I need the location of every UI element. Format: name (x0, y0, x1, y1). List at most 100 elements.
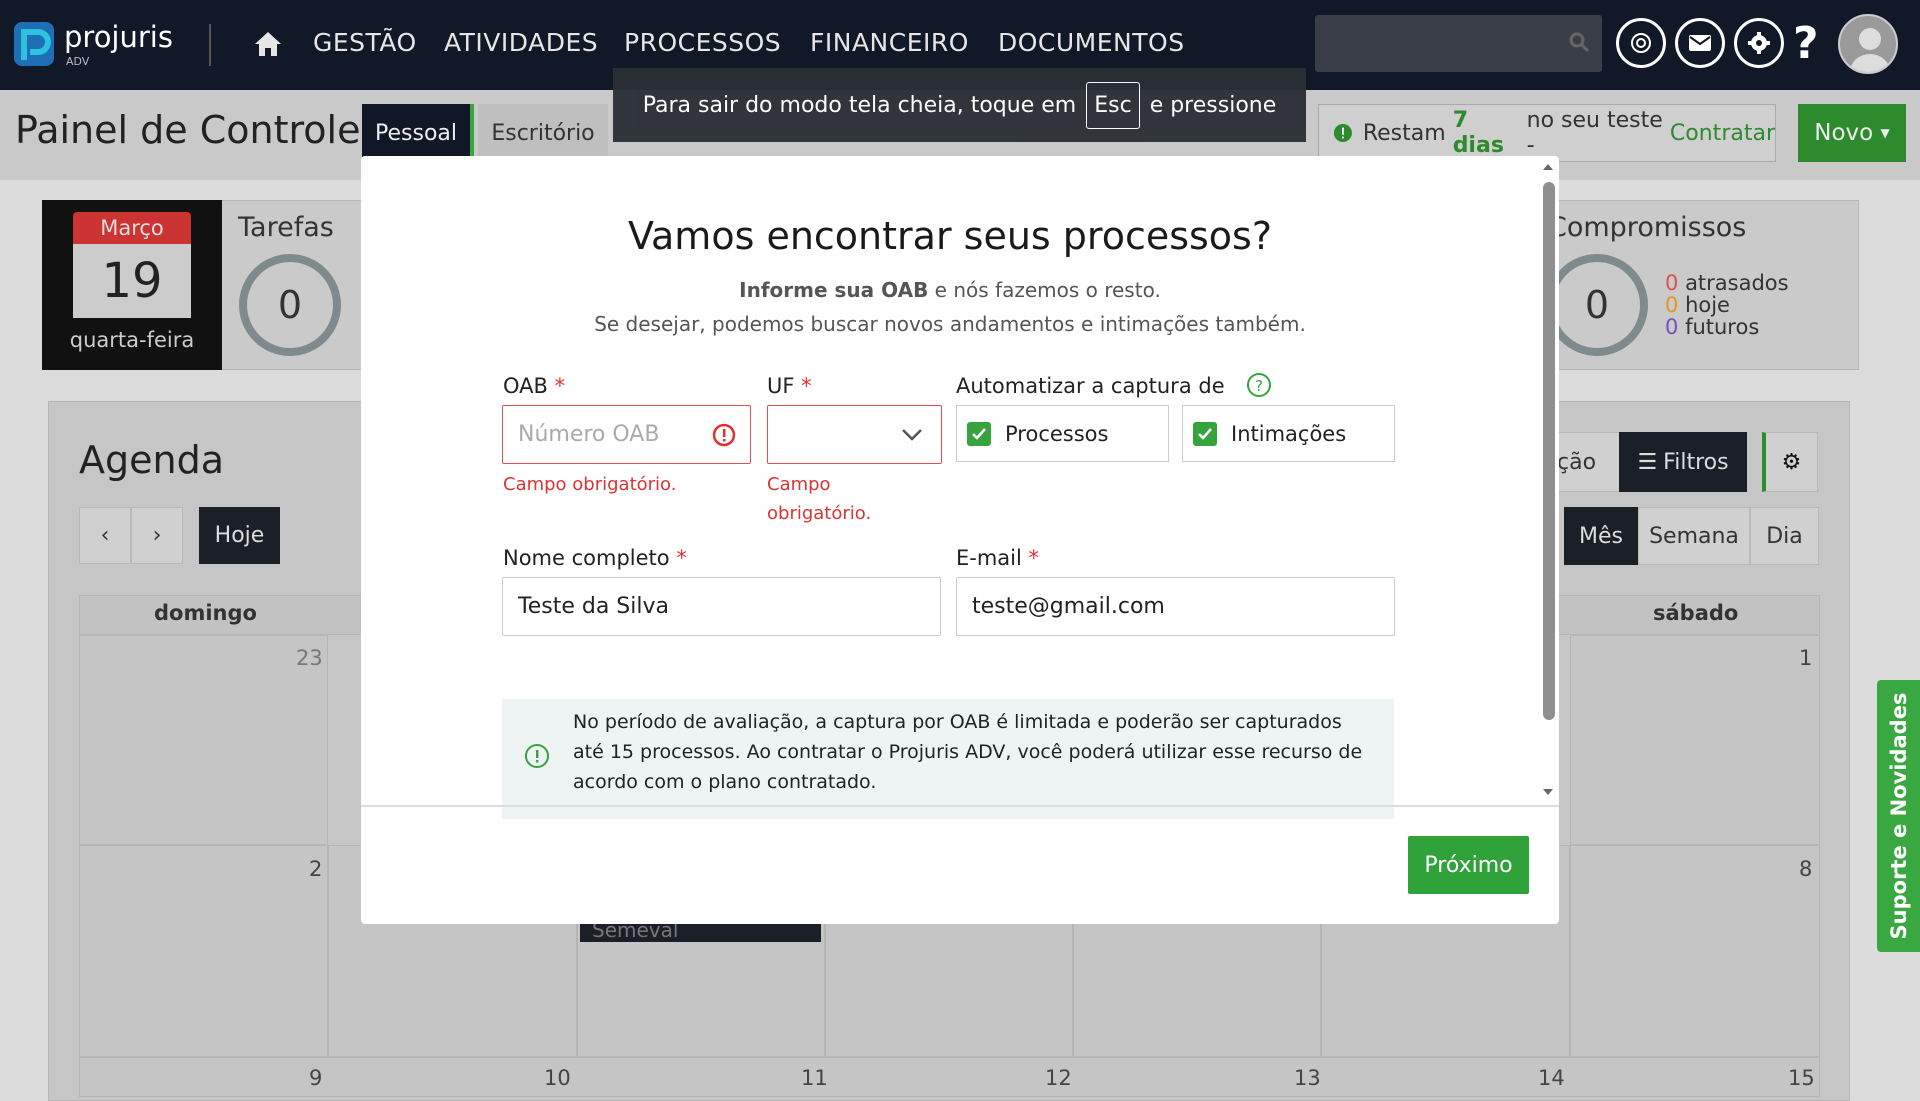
tarefas-title: Tarefas (238, 212, 334, 243)
auto-label: Automatizar a captura de (956, 374, 1225, 398)
settings-button[interactable]: ⚙ (1762, 432, 1818, 492)
tab-pessoal[interactable]: Pessoal (362, 104, 474, 162)
uf-select[interactable] (767, 405, 942, 464)
view-semana[interactable]: Semana (1638, 507, 1750, 565)
date-number: 23 (296, 646, 323, 670)
novo-button[interactable]: Novo ▼ (1798, 104, 1906, 162)
modal-subtitle: Informe sua OAB e nós fazemos o resto. (361, 278, 1539, 302)
info-box: No período de avaliação, a captura por O… (502, 699, 1394, 819)
intimacoes-checkbox[interactable]: Intimações (1182, 405, 1395, 462)
nav-atividades[interactable]: ATIVIDADES (444, 28, 598, 57)
compromissos-count: 0 (1584, 283, 1610, 327)
modal-scrollbar[interactable] (1537, 156, 1559, 806)
date-number: 2 (309, 857, 323, 881)
error-icon (712, 423, 736, 447)
avatar[interactable] (1838, 14, 1898, 74)
nav-financeiro[interactable]: FINANCEIRO (810, 28, 969, 57)
gear-icon[interactable] (1734, 18, 1784, 68)
uf-label: UF * (767, 374, 812, 398)
modal-footer-divider (361, 805, 1559, 807)
checkbox-checked-icon (1193, 421, 1217, 446)
caret-down-icon: ▼ (1880, 126, 1890, 140)
fs-text-before: Para sair do modo tela cheia, toque em (642, 92, 1077, 118)
oab-modal: Vamos encontrar seus processos? Informe … (361, 156, 1559, 924)
help-circle-icon[interactable]: ? (1246, 372, 1272, 398)
date-number: 14 (1538, 1066, 1565, 1090)
name-label: Nome completo * (503, 546, 687, 570)
suporte-novidades-tab[interactable]: Suporte e Novidades (1877, 680, 1920, 952)
chatgpt-icon[interactable] (1616, 18, 1666, 68)
email-value: teste@gmail.com (972, 594, 1165, 619)
nav-gestao[interactable]: GESTÃO (313, 28, 417, 57)
filtros-button[interactable]: ☰ Filtros (1619, 432, 1747, 492)
view-mes[interactable]: Mês (1564, 507, 1638, 565)
compromissos-ring: 0 (1546, 254, 1648, 356)
brand-name[interactable]: projuris (64, 20, 173, 54)
processos-label: Processos (1005, 421, 1109, 446)
brand-sub: ADV (66, 55, 90, 68)
filtros-label: Filtros (1663, 449, 1729, 475)
chevron-right-icon: › (152, 523, 162, 548)
calendar-cell[interactable] (79, 845, 328, 1057)
date-number: 1 (1799, 646, 1813, 670)
oab-label: OAB * (503, 374, 566, 398)
modal-subtitle-2: Se desejar, podemos buscar novos andamen… (594, 312, 1306, 336)
subtitle-rest: e nós fazemos o resto. (934, 278, 1161, 302)
logo-divider (209, 24, 211, 66)
date-number: 13 (1294, 1066, 1321, 1090)
tarefas-count: 0 (277, 283, 303, 327)
agenda-title: Agenda (79, 438, 224, 482)
gear-icon: ⚙ (1781, 449, 1802, 475)
search-icon (1569, 32, 1590, 53)
date-month: Março (73, 212, 191, 244)
mail-icon[interactable] (1675, 18, 1725, 68)
novo-label: Novo (1814, 120, 1874, 146)
scroll-down-icon[interactable] (1542, 788, 1554, 797)
oab-placeholder: Número OAB (518, 422, 660, 447)
chevron-left-icon: ‹ (100, 523, 110, 548)
prev-button[interactable]: ‹ (79, 507, 131, 564)
date-day: 19 (73, 244, 191, 318)
calendar-cell[interactable] (1570, 845, 1820, 1057)
date-card: Março 19 quarta-feira (42, 200, 222, 370)
name-value: Teste da Silva (518, 594, 669, 619)
contratar-link[interactable]: Contratar (1670, 121, 1775, 146)
date-weekday: quarta-feira (69, 328, 195, 352)
tarefas-ring: 0 (239, 254, 341, 356)
nav-documentos[interactable]: DOCUMENTOS (998, 28, 1185, 57)
date-number: 8 (1799, 857, 1813, 881)
side-tab-label: Suporte e Novidades (1886, 692, 1911, 940)
view-dia[interactable]: Dia (1750, 507, 1819, 565)
oab-input[interactable]: Número OAB (502, 405, 751, 464)
hoje-button[interactable]: Hoje (199, 507, 280, 564)
chevron-down-icon (902, 429, 922, 441)
processos-checkbox[interactable]: Processos (956, 405, 1169, 462)
date-number: 11 (801, 1066, 828, 1090)
tab-escritorio[interactable]: Escritório (478, 104, 608, 162)
subtitle-bold: Informe sua OAB (739, 278, 929, 302)
alert-icon (1333, 123, 1352, 143)
date-number: 12 (1045, 1066, 1072, 1090)
nav-processos[interactable]: PROCESSOS (624, 28, 781, 57)
day-domingo: domingo (154, 601, 257, 625)
oab-error: Campo obrigatório. (503, 474, 677, 495)
name-input[interactable]: Teste da Silva (502, 577, 941, 636)
email-label: E-mail * (956, 546, 1040, 570)
scroll-thumb[interactable] (1543, 182, 1555, 720)
proximo-button[interactable]: Próximo (1408, 836, 1529, 894)
help-icon[interactable]: ? (1793, 18, 1819, 69)
trial-prefix: Restam (1362, 120, 1446, 146)
calendar-cell[interactable] (1570, 635, 1820, 845)
checkbox-checked-icon (967, 421, 991, 446)
home-icon[interactable] (253, 30, 283, 58)
date-number: 9 (309, 1066, 323, 1090)
stat-atrasados: 0 atrasados (1665, 271, 1789, 295)
search-input[interactable] (1315, 15, 1602, 72)
calendar-cell[interactable] (79, 635, 328, 845)
scroll-up-icon[interactable] (1542, 162, 1554, 171)
email-input[interactable]: teste@gmail.com (956, 577, 1395, 636)
uf-error: Campo obrigatório. (767, 474, 872, 524)
next-button[interactable]: › (131, 507, 183, 564)
modal-title: Vamos encontrar seus processos? (627, 214, 1273, 258)
trial-days: 7 dias (1452, 108, 1504, 158)
